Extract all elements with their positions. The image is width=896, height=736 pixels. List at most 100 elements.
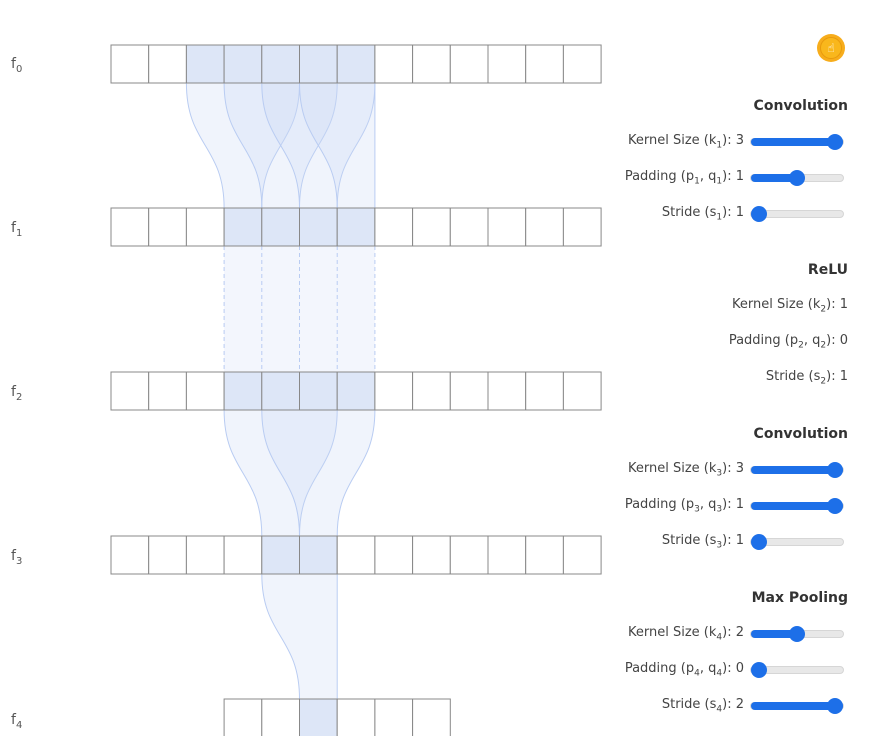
padding-label: Padding (p4, q4): 0	[625, 661, 744, 679]
stride-slider[interactable]	[750, 206, 844, 222]
padding-label: Padding (p3, q3): 1	[625, 497, 744, 515]
kernel-control: Kernel Size (k1): 3	[628, 131, 844, 153]
slider-thumb[interactable]	[751, 534, 767, 550]
kernel-text: Kernel Size (k	[627, 133, 717, 149]
cell-f3	[525, 535, 564, 575]
cell-f1	[185, 207, 225, 247]
highlighted-cell-f2	[223, 371, 263, 411]
padding-control: Padding (p1, q1): 1	[625, 167, 844, 189]
cell-f3	[336, 535, 376, 575]
slider-thumb[interactable]	[827, 134, 843, 150]
settings-panel: Convolution Kernel Size (k1): 3 Padding (p…	[590, 0, 896, 736]
sep: ):	[826, 297, 840, 313]
sep: , q	[699, 661, 717, 677]
cell-f0	[148, 44, 187, 84]
stride-text: Stride (s	[661, 697, 717, 713]
padding-label: Padding (p2, q2): 0	[729, 333, 848, 351]
stride-value: 1	[735, 205, 744, 221]
cell-f1	[525, 207, 564, 247]
sep: ):	[722, 497, 736, 513]
kernel-text: Kernel Size (k	[731, 297, 821, 313]
kernel-control: Kernel Size (k4): 2	[628, 623, 844, 645]
stride-text: Stride (s	[765, 369, 821, 385]
highlighted-cell-f0	[336, 44, 376, 84]
flow-band-f3-f4	[261, 573, 338, 700]
slider-thumb[interactable]	[751, 206, 767, 222]
cell-f1	[110, 207, 150, 247]
highlighted-cell-f3	[261, 535, 300, 575]
highlighted-cell-f4	[299, 698, 338, 736]
slider-thumb[interactable]	[827, 698, 843, 714]
padding-slider[interactable]	[750, 170, 844, 186]
cell-f0	[449, 44, 489, 84]
padding-text: Padding (p	[728, 333, 799, 349]
sep: , q	[699, 169, 717, 185]
padding-text: Padding (p	[624, 497, 695, 513]
slider-thumb[interactable]	[789, 170, 805, 186]
kernel-value: 2	[735, 625, 744, 641]
sep: ):	[826, 369, 840, 385]
sep: ):	[722, 169, 736, 185]
cell-f4	[261, 698, 300, 736]
stride-label: Stride (s2): 1	[766, 369, 848, 387]
cell-f1	[412, 207, 451, 247]
highlighted-cell-f2	[299, 371, 338, 411]
cell-f2	[110, 371, 150, 411]
slider-thumb[interactable]	[789, 626, 805, 642]
padding-slider[interactable]	[750, 662, 844, 678]
kernel-label: Kernel Size (k1): 3	[628, 133, 744, 151]
stride-value: 2	[735, 697, 744, 713]
highlighted-cell-f1	[336, 207, 376, 247]
highlighted-cell-f0	[299, 44, 338, 84]
stride-slider[interactable]	[750, 698, 844, 714]
kernel-slider[interactable]	[750, 134, 844, 150]
kernel-slider[interactable]	[750, 626, 844, 642]
sep: ):	[722, 697, 736, 713]
highlighted-cell-f1	[223, 207, 263, 247]
cell-f1	[487, 207, 527, 247]
sep: ):	[722, 625, 736, 641]
padding-text: Padding (p	[624, 169, 695, 185]
highlighted-cell-f1	[261, 207, 300, 247]
cell-f0	[110, 44, 150, 84]
stride-label: Stride (s3): 1	[662, 533, 744, 551]
slider-thumb[interactable]	[827, 462, 843, 478]
stride-slider[interactable]	[750, 534, 844, 550]
stride-control: Stride (s1): 1	[662, 203, 844, 225]
cell-f3	[148, 535, 187, 575]
highlighted-cell-f0	[223, 44, 263, 84]
sep: ):	[722, 205, 736, 221]
kernel-slider[interactable]	[750, 462, 844, 478]
cell-f0	[487, 44, 527, 84]
cell-f1	[449, 207, 489, 247]
padding-control: Padding (p3, q3): 1	[625, 495, 844, 517]
padding-control: Padding (p4, q4): 0	[625, 659, 844, 681]
cell-f3	[374, 535, 414, 575]
stride-label: Stride (s4): 2	[662, 697, 744, 715]
cell-f0	[412, 44, 451, 84]
sep: , q	[803, 333, 821, 349]
cell-f4	[336, 698, 376, 736]
kernel-label: Kernel Size (k4): 2	[628, 625, 744, 643]
feature-label-f4: f4	[11, 712, 23, 731]
slider-thumb[interactable]	[751, 662, 767, 678]
cell-f3	[185, 535, 225, 575]
sep: ):	[722, 661, 736, 677]
slider-thumb[interactable]	[827, 498, 843, 514]
cell-f2	[525, 371, 564, 411]
padding-slider[interactable]	[750, 498, 844, 514]
cell-f3	[487, 535, 527, 575]
cell-f0	[374, 44, 414, 84]
section-title: ReLU	[807, 262, 848, 278]
stride-value: 1	[839, 369, 848, 385]
highlighted-cell-f3	[299, 535, 338, 575]
highlighted-cell-f2	[261, 371, 300, 411]
padding-label: Padding (p1, q1): 1	[625, 169, 744, 187]
kernel-label: Kernel Size (k2): 1	[732, 297, 848, 315]
stride-text: Stride (s	[661, 533, 717, 549]
sep: ):	[722, 461, 736, 477]
cell-f2	[374, 371, 414, 411]
cell-f0	[525, 44, 564, 84]
padding-value: 0	[839, 333, 848, 349]
cell-f2	[449, 371, 489, 411]
